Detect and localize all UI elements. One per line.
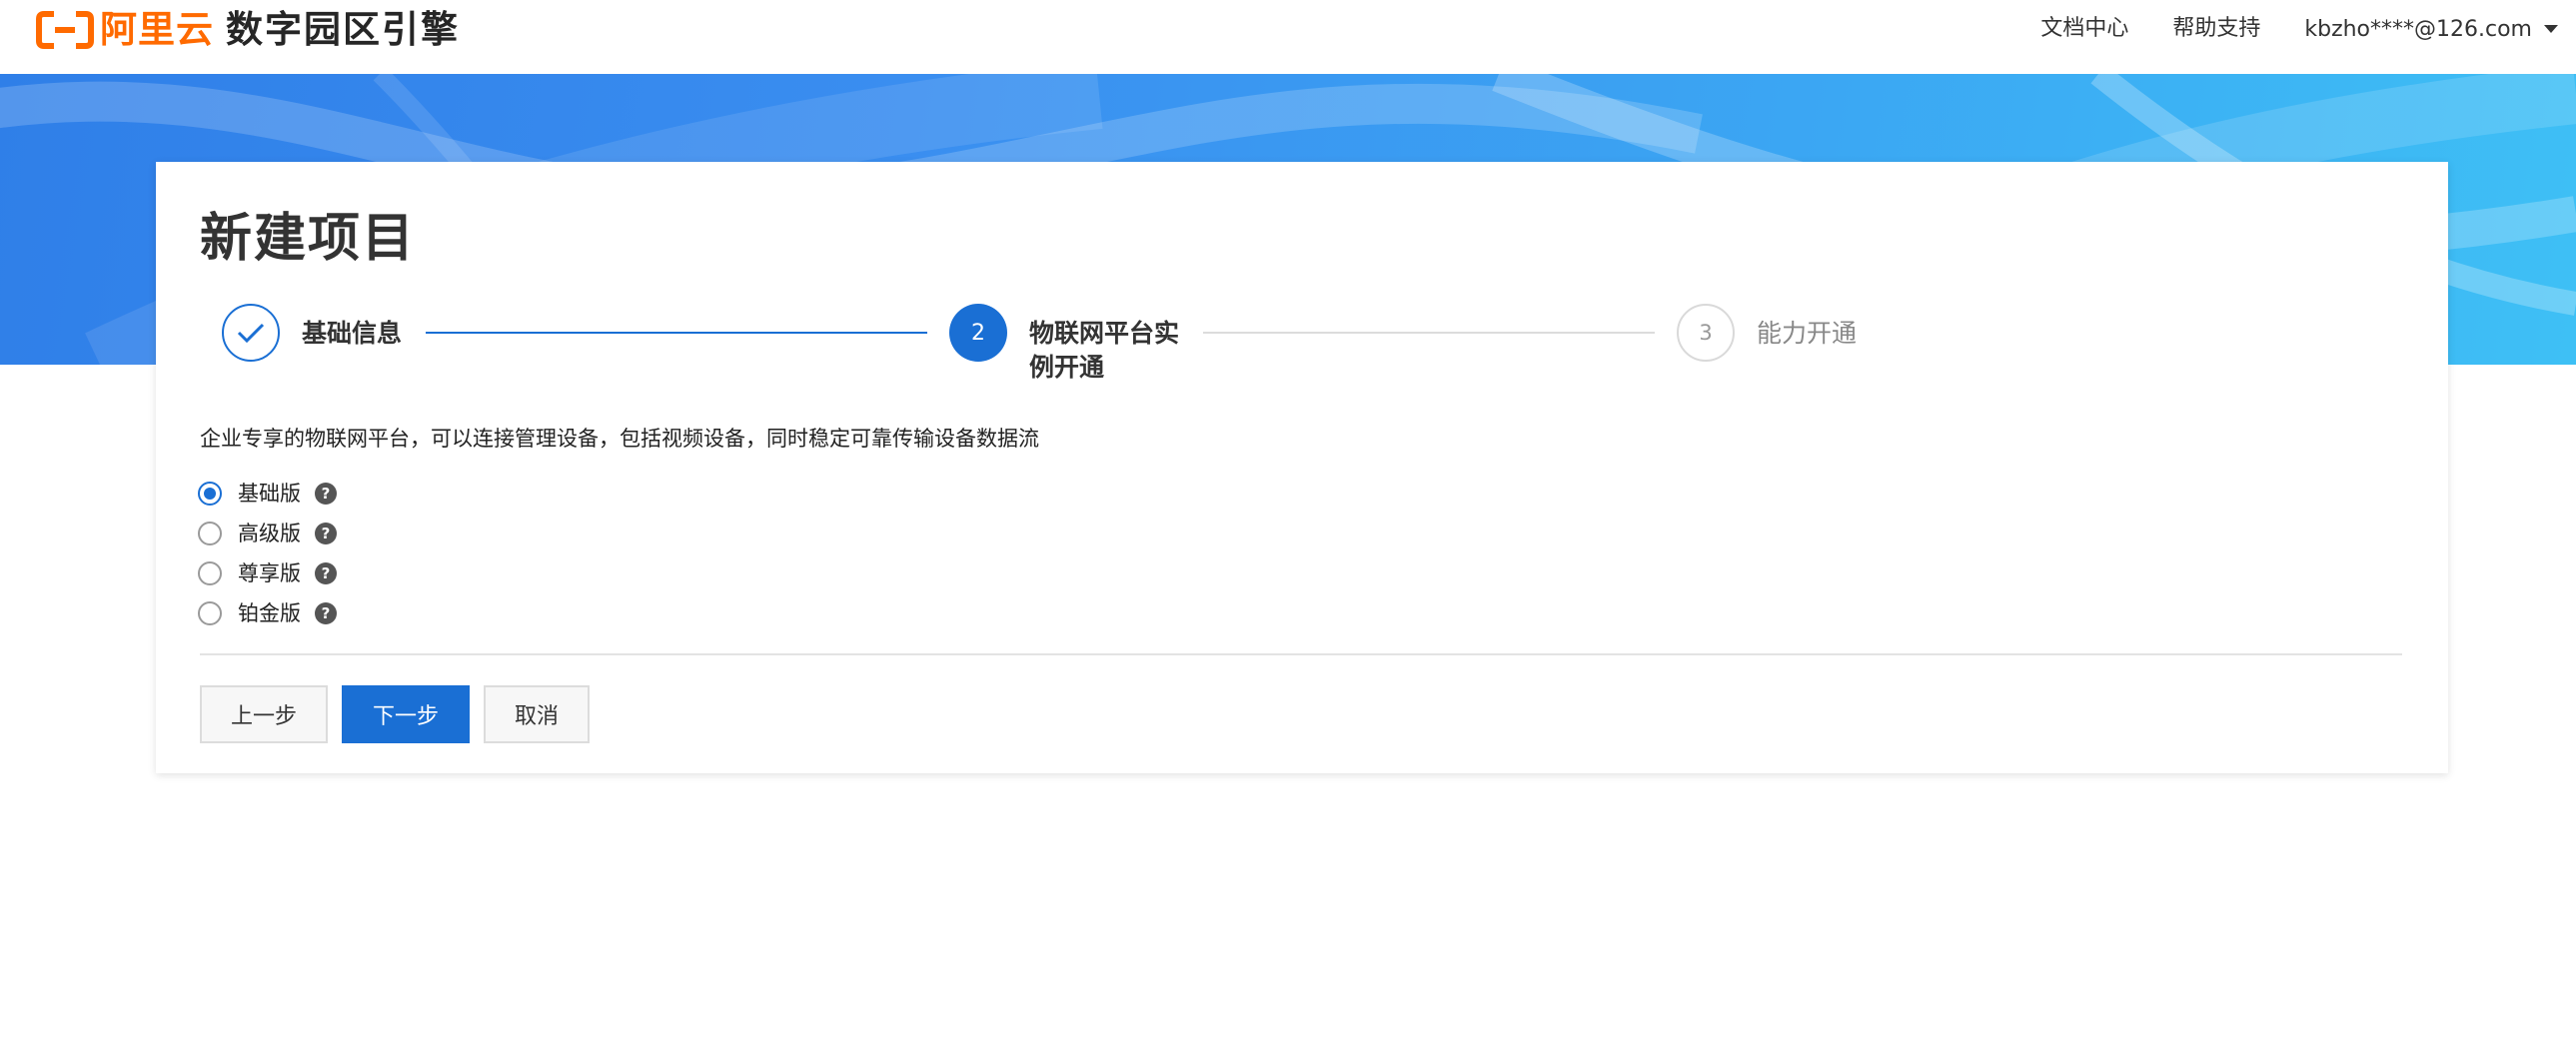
step-connector-1: [426, 332, 927, 334]
top-navigation-bar: 阿里云 数字园区引擎 文档中心 帮助支持 kbzho****@126.com: [0, 0, 2576, 74]
help-icon[interactable]: ?: [315, 483, 337, 505]
edition-radio-group: 基础版 ? 高级版 ? 尊享版 ? 铂金版 ?: [198, 474, 337, 633]
radio-button[interactable]: [198, 522, 222, 545]
logo-text: 阿里云: [100, 8, 214, 51]
new-project-card: 新建项目 基础信息 2 物联网平台实例开通 3 能力开通 企业专享的物联网平台，…: [156, 162, 2448, 773]
chevron-down-icon: [2544, 25, 2558, 33]
user-account-menu[interactable]: kbzho****@126.com: [2304, 17, 2558, 42]
step-1-finished-icon: [222, 304, 280, 362]
iot-platform-description: 企业专享的物联网平台，可以连接管理设备，包括视频设备，同时稳定可靠传输设备数据流: [200, 427, 1039, 451]
step-3-number: 3: [1699, 321, 1713, 345]
step-3-label: 能力开通: [1757, 319, 1858, 348]
help-icon[interactable]: ?: [315, 562, 337, 584]
product-title[interactable]: 数字园区引擎: [226, 8, 460, 52]
help-support-link[interactable]: 帮助支持: [2172, 14, 2260, 44]
page-title: 新建项目: [200, 209, 417, 269]
form-divider: [200, 653, 2402, 655]
edition-label[interactable]: 铂金版: [238, 598, 301, 628]
step-2-number: 2: [971, 320, 985, 346]
edition-option-platinum[interactable]: 铂金版 ?: [198, 593, 337, 633]
docs-center-link[interactable]: 文档中心: [2040, 14, 2128, 44]
edition-label[interactable]: 基础版: [238, 479, 301, 509]
header-nav: 文档中心 帮助支持 kbzho****@126.com: [1996, 14, 2558, 44]
edition-label[interactable]: 高级版: [238, 519, 301, 548]
step-2-current-icon: 2: [949, 304, 1007, 362]
cancel-button[interactable]: 取消: [484, 685, 590, 743]
radio-button[interactable]: [198, 601, 222, 625]
help-icon[interactable]: ?: [315, 523, 337, 544]
step-connector-2: [1203, 332, 1655, 334]
aliyun-logo-icon: [36, 11, 94, 49]
aliyun-logo[interactable]: 阿里云: [36, 10, 214, 50]
help-icon[interactable]: ?: [315, 602, 337, 624]
edition-option-basic[interactable]: 基础版 ?: [198, 474, 337, 514]
edition-option-premium[interactable]: 尊享版 ?: [198, 553, 337, 593]
radio-button[interactable]: [198, 482, 222, 506]
next-step-button[interactable]: 下一步: [342, 685, 470, 743]
edition-option-advanced[interactable]: 高级版 ?: [198, 514, 337, 553]
step-3-waiting-icon: 3: [1677, 304, 1735, 362]
step-2-label: 物联网平台实例开通: [1029, 319, 1180, 382]
step-1-label: 基础信息: [302, 319, 403, 348]
previous-step-button[interactable]: 上一步: [200, 685, 328, 743]
radio-button[interactable]: [198, 561, 222, 585]
user-email: kbzho****@126.com: [2304, 16, 2532, 42]
edition-label[interactable]: 尊享版: [238, 558, 301, 588]
check-icon: [237, 323, 265, 344]
